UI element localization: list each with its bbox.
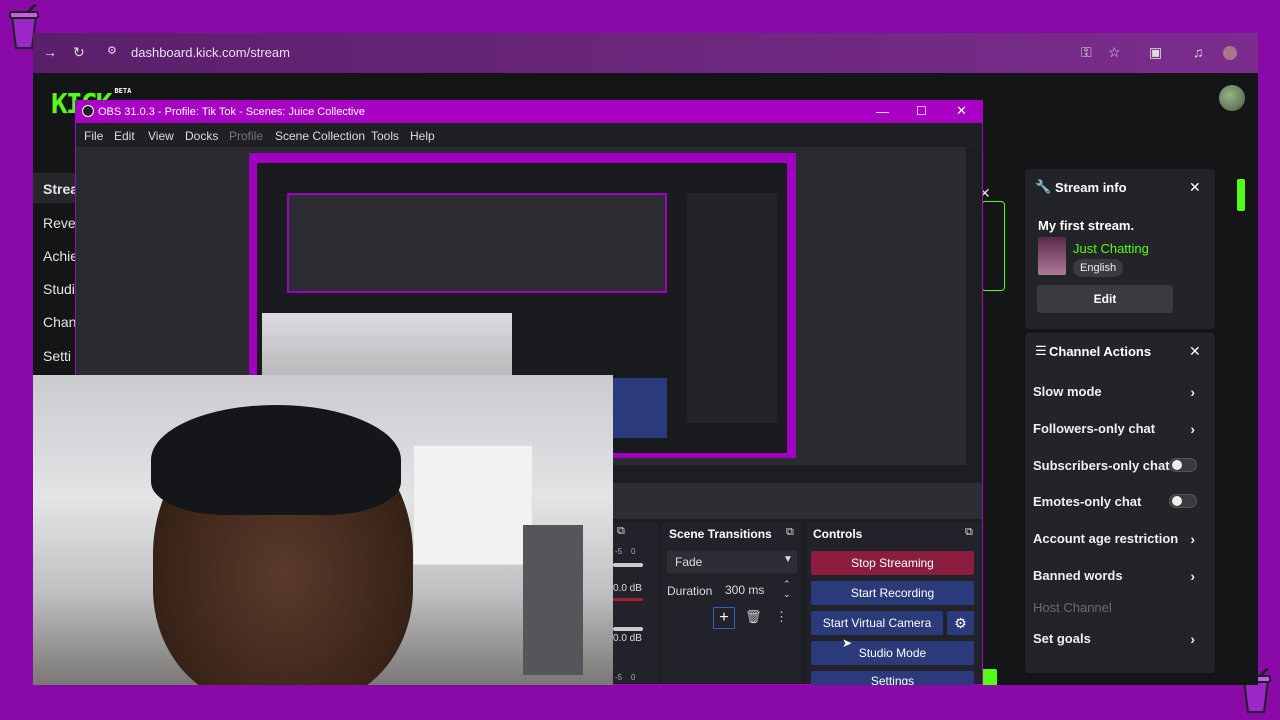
stream-title: My first stream. (1038, 218, 1135, 233)
user-avatar[interactable] (1219, 85, 1245, 111)
dock-float-icon[interactable]: ⧉ (965, 526, 973, 539)
chevron-right-icon: › (1190, 531, 1195, 547)
duration-label: Duration (667, 584, 713, 598)
wrench-icon: 🔧 (1035, 179, 1052, 194)
menu-view[interactable]: View (148, 129, 174, 143)
subscribers-only-row: Subscribers-only chat (1033, 458, 1209, 473)
key-icon[interactable]: ⚿ (1081, 44, 1092, 61)
host-channel-row: Host Channel (1033, 600, 1112, 615)
maximize-icon[interactable]: ☐ (916, 104, 927, 118)
level-tick: 0 (631, 547, 636, 556)
forward-icon[interactable]: → (43, 44, 57, 60)
subscribers-only-toggle[interactable] (1169, 458, 1197, 472)
chevron-down-icon: ▼ (783, 554, 793, 565)
nested-obs-frame (287, 193, 667, 293)
level-tick: 0 (631, 673, 636, 682)
webcam-video (33, 375, 613, 685)
obs-logo-icon (82, 105, 94, 117)
menu-help[interactable]: Help (410, 129, 435, 143)
scene-transitions-dock: Scene Transitions ⧉ Fade ▼ Duration 300 … (661, 523, 801, 683)
nested-kick-panels (687, 193, 777, 423)
controls-title: Controls (813, 527, 863, 541)
menu-edit[interactable]: Edit (114, 129, 135, 143)
level-tick: -5 (615, 547, 623, 556)
dock-float-icon[interactable]: ⧉ (617, 525, 625, 538)
trash-icon[interactable]: 🗑 (745, 609, 762, 625)
followers-only-row[interactable]: Followers-only chat › (1033, 421, 1209, 437)
set-goals-row[interactable]: Set goals › (1033, 631, 1209, 647)
close-icon[interactable]: ✕ (1189, 343, 1201, 360)
more-options-icon[interactable]: ⋮ (775, 609, 788, 625)
nested-webcam (262, 313, 512, 383)
stream-info-title: Stream info (1055, 180, 1127, 195)
durag (151, 405, 401, 515)
channel-actions-panel: ☰ Channel Actions ✕ Slow mode › Followers… (1025, 333, 1215, 673)
start-recording-button[interactable]: Start Recording (811, 581, 974, 605)
channel-actions-title: Channel Actions (1049, 344, 1152, 359)
nested-controls (612, 378, 667, 438)
address-bar: → ↻ ⚙ dashboard.kick.com/stream ⚿ ☆ ▣ ♫ (33, 33, 1258, 73)
list-icon: ☰ (1035, 343, 1047, 358)
edit-button[interactable]: Edit (1037, 285, 1173, 313)
volume-slider[interactable] (613, 563, 643, 567)
slow-mode-row[interactable]: Slow mode › (1033, 384, 1209, 400)
stop-streaming-button[interactable]: Stop Streaming (811, 551, 974, 575)
minimize-icon[interactable]: — (876, 104, 889, 119)
chevron-right-icon: › (1190, 631, 1195, 647)
url-text[interactable]: dashboard.kick.com/stream (131, 45, 290, 60)
add-transition-button[interactable]: + (713, 607, 735, 629)
audio-mixer-partial: ⧉ -5 0 0.0 dB 0.0 dB -5 0 (613, 523, 658, 683)
media-icon[interactable]: ♫ (1193, 44, 1204, 60)
site-settings-icon[interactable]: ⚙ (107, 44, 117, 57)
bookmark-star-icon[interactable]: ☆ (1108, 44, 1121, 61)
stream-info-panel: 🔧 Stream info ✕ My first stream. Just Ch… (1025, 169, 1215, 329)
category-thumbnail (1038, 237, 1066, 275)
volume-db: 0.0 dB (613, 583, 642, 594)
volume-slider[interactable] (613, 627, 643, 631)
transition-select[interactable]: Fade ▼ (667, 551, 797, 573)
duration-spinbox[interactable]: 300 ms ⌃ ⌄ (719, 579, 797, 601)
mouse-cursor-icon: ➤ (842, 636, 853, 650)
start-virtual-camera-button[interactable]: Start Virtual Camera (811, 611, 943, 635)
chevron-right-icon: › (1190, 421, 1195, 437)
close-icon[interactable]: ✕ (956, 103, 967, 119)
studio-mode-button[interactable]: Studio Mode (811, 641, 974, 665)
banned-words-row[interactable]: Banned words › (1033, 568, 1209, 584)
kitchen-cabinet (413, 445, 533, 565)
chevron-right-icon: › (1190, 384, 1195, 400)
controls-dock: Controls ⧉ Stop Streaming Start Recordin… (807, 523, 982, 685)
obs-menubar: File Edit View Docks Profile Scene Colle… (76, 123, 982, 147)
profile-avatar[interactable] (1223, 46, 1237, 60)
settings-button[interactable]: Settings (811, 671, 974, 685)
emotes-only-row: Emotes-only chat (1033, 494, 1209, 509)
tab-search-icon[interactable]: ▣ (1149, 44, 1162, 61)
fridge (523, 525, 583, 675)
emotes-only-toggle[interactable] (1169, 494, 1197, 508)
account-age-row[interactable]: Account age restriction › (1033, 531, 1209, 547)
obs-title-text: OBS 31.0.3 - Profile: Tik Tok - Scenes: … (98, 106, 365, 118)
partial-button[interactable] (1237, 179, 1245, 211)
chevron-right-icon: › (1190, 568, 1195, 584)
close-icon[interactable]: ✕ (1189, 179, 1201, 196)
volume-meter (613, 598, 643, 601)
virtual-camera-settings-gear-icon[interactable]: ⚙ (947, 611, 974, 635)
obs-titlebar: OBS 31.0.3 - Profile: Tik Tok - Scenes: … (76, 101, 982, 123)
language-badge: English (1073, 259, 1124, 277)
menu-tools[interactable]: Tools (371, 129, 399, 143)
scene-transitions-title: Scene Transitions (669, 527, 772, 541)
spin-down-icon[interactable]: ⌄ (783, 589, 791, 600)
menu-profile[interactable]: Profile (229, 129, 263, 143)
menu-docks[interactable]: Docks (185, 129, 218, 143)
dock-float-icon[interactable]: ⧉ (786, 526, 794, 539)
reload-icon[interactable]: ↻ (73, 44, 85, 61)
menu-scene-collection[interactable]: Scene Collection (275, 129, 365, 143)
partial-panel (981, 201, 1005, 291)
category-link[interactable]: Just Chatting (1073, 241, 1149, 256)
volume-db: 0.0 dB (613, 633, 642, 644)
level-tick: -5 (615, 673, 623, 682)
menu-file[interactable]: File (84, 129, 103, 143)
